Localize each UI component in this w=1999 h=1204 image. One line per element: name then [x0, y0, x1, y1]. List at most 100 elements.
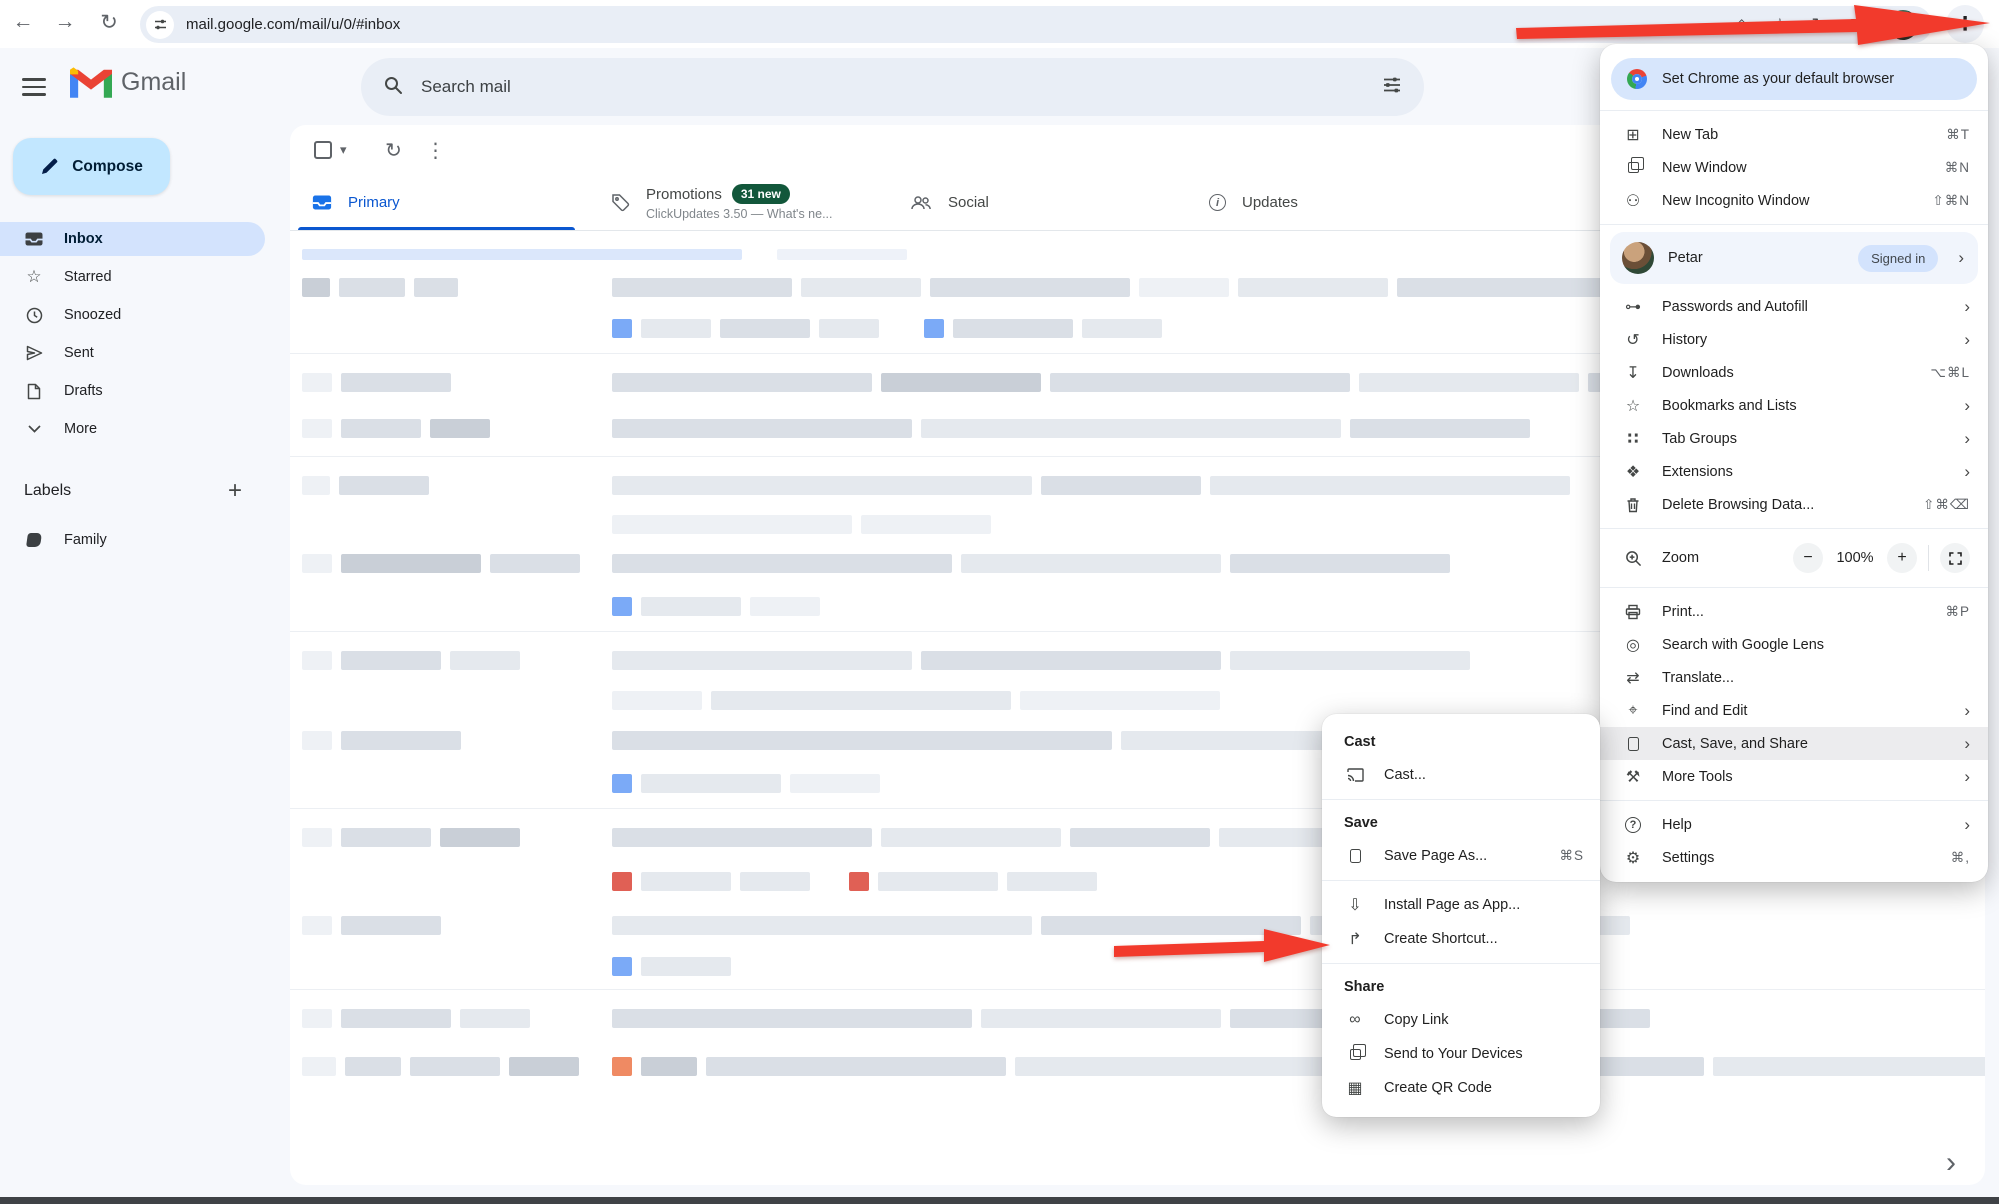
- sidebar-label: Family: [64, 532, 107, 548]
- menu-item-copy-link[interactable]: ∞ Copy Link: [1322, 1003, 1600, 1037]
- chevron-right-icon: ›: [1964, 397, 1970, 414]
- select-all-checkbox[interactable]: [314, 141, 332, 159]
- search-bar[interactable]: [361, 58, 1424, 116]
- cast-icon: [1344, 768, 1366, 782]
- chevron-right-icon: ›: [1964, 768, 1970, 785]
- menu-item-help[interactable]: ? Help ›: [1600, 808, 1988, 841]
- download-icon: ↧: [1622, 363, 1644, 383]
- tab-updates[interactable]: i Updates: [1187, 175, 1486, 230]
- url-text[interactable]: mail.google.com/mail/u/0/#inbox: [186, 16, 400, 33]
- menu-item-save-page-as[interactable]: Save Page As... ⌘S: [1322, 839, 1600, 873]
- sidebar-item-sent[interactable]: Sent: [0, 336, 265, 370]
- fullscreen-button[interactable]: [1940, 543, 1970, 573]
- menu-item-find-and-edit[interactable]: ⌖ Find and Edit ›: [1600, 694, 1988, 727]
- signed-in-badge: Signed in: [1858, 245, 1938, 272]
- menu-item-settings[interactable]: ⚙ Settings ⌘,: [1600, 841, 1988, 874]
- lens-icon: ◎: [1622, 635, 1644, 655]
- forward-icon[interactable]: →: [50, 10, 80, 34]
- menu-item-create-qr-code[interactable]: ▦ Create QR Code: [1322, 1071, 1600, 1105]
- sidebar-item-label-family[interactable]: Family: [0, 523, 265, 557]
- menu-item-more-tools[interactable]: ⚒ More Tools ›: [1600, 760, 1988, 793]
- sidebar-item-inbox[interactable]: Inbox: [0, 222, 265, 256]
- menu-item-downloads[interactable]: ↧ Downloads ⌥⌘L: [1600, 356, 1988, 389]
- menu-item-send-to-devices[interactable]: Send to Your Devices: [1322, 1037, 1600, 1071]
- menu-item-passwords[interactable]: ⊶ Passwords and Autofill ›: [1600, 290, 1988, 323]
- menu-item-create-shortcut[interactable]: ↱ Create Shortcut...: [1322, 922, 1600, 956]
- menu-item-bookmarks[interactable]: ☆ Bookmarks and Lists ›: [1600, 389, 1988, 422]
- menu-item-tab-groups[interactable]: ∷ Tab Groups ›: [1600, 422, 1988, 455]
- sidebar-label: Sent: [64, 345, 94, 361]
- search-options-icon[interactable]: [1382, 75, 1402, 100]
- install-app-icon: ⇩: [1344, 895, 1366, 915]
- translate-icon: ⇄: [1622, 668, 1644, 688]
- print-icon: [1622, 604, 1644, 620]
- refresh-icon[interactable]: ↻: [377, 138, 411, 163]
- tab-primary[interactable]: Primary: [290, 175, 589, 230]
- menu-item-set-default-browser[interactable]: Set Chrome as your default browser: [1611, 58, 1977, 100]
- devices-icon: [1344, 1049, 1366, 1060]
- promotions-new-badge: 31 new: [732, 184, 790, 204]
- chevron-right-icon: ›: [1964, 463, 1970, 480]
- sidebar-item-starred[interactable]: ☆ Starred: [0, 260, 265, 294]
- menu-item-profile[interactable]: Petar Signed in ›: [1610, 232, 1978, 284]
- menu-item-google-lens[interactable]: ◎ Search with Google Lens: [1600, 628, 1988, 661]
- draft-icon: [24, 383, 44, 400]
- menu-item-translate[interactable]: ⇄ Translate...: [1600, 661, 1988, 694]
- cast-save-share-submenu: Cast Cast... Save Save Page As... ⌘S ⇩ I…: [1322, 714, 1600, 1117]
- sidebar-item-snoozed[interactable]: Snoozed: [0, 298, 265, 332]
- create-label-button[interactable]: +: [228, 477, 242, 505]
- toolbox-icon: ⚒: [1622, 767, 1644, 787]
- tab-social[interactable]: Social: [888, 175, 1187, 230]
- sidebar-item-more[interactable]: More: [0, 412, 265, 446]
- window-bottom-edge: [0, 1197, 1999, 1204]
- avatar: [1622, 242, 1654, 274]
- menu-item-new-incognito-window[interactable]: ⚇ New Incognito Window ⇧⌘N: [1600, 184, 1988, 217]
- zoom-in-button[interactable]: +: [1887, 543, 1917, 573]
- menu-item-delete-browsing-data[interactable]: Delete Browsing Data... ⇧⌘⌫: [1600, 488, 1988, 521]
- labels-header: Labels: [24, 482, 71, 500]
- back-icon[interactable]: ←: [8, 10, 38, 34]
- promotions-subtitle: ClickUpdates 3.50 — What's ne...: [646, 207, 833, 221]
- star-icon: ☆: [1622, 396, 1644, 416]
- key-icon: ⊶: [1622, 297, 1644, 317]
- clock-icon: [24, 307, 44, 324]
- search-input[interactable]: [419, 76, 1366, 98]
- select-dropdown-icon[interactable]: ▾: [340, 142, 347, 158]
- submenu-header-share: Share: [1322, 971, 1600, 1003]
- help-icon: ?: [1622, 817, 1644, 833]
- menu-item-cast-save-share[interactable]: Cast, Save, and Share ›: [1600, 727, 1988, 760]
- compose-button[interactable]: Compose: [13, 138, 170, 195]
- gmail-m-icon: [70, 66, 112, 98]
- tab-label: Promotions: [646, 186, 722, 203]
- menu-item-print[interactable]: Print... ⌘P: [1600, 595, 1988, 628]
- table-row[interactable]: [290, 995, 1985, 1041]
- link-icon: ∞: [1344, 1011, 1366, 1029]
- main-menu-icon[interactable]: [22, 75, 46, 97]
- menu-item-new-window[interactable]: New Window ⌘N: [1600, 151, 1988, 184]
- chevron-right-icon: ›: [1964, 702, 1970, 719]
- promotions-tag-icon: [611, 193, 630, 212]
- annotation-arrow-create-shortcut: [1114, 924, 1336, 968]
- inbox-icon: [24, 232, 44, 246]
- site-settings-icon[interactable]: [146, 11, 174, 39]
- gmail-brand-text: Gmail: [121, 68, 186, 97]
- menu-item-new-tab[interactable]: ⊞ New Tab ⌘T: [1600, 118, 1988, 151]
- menu-item-install-page-as-app[interactable]: ⇩ Install Page as App...: [1322, 888, 1600, 922]
- menu-item-extensions[interactable]: ❖ Extensions ›: [1600, 455, 1988, 488]
- more-options-icon[interactable]: ⋮: [419, 138, 453, 163]
- table-row[interactable]: [290, 1041, 1985, 1091]
- menu-item-history[interactable]: ↺ History ›: [1600, 323, 1988, 356]
- sidebar-label: Starred: [64, 269, 112, 285]
- menu-item-cast[interactable]: Cast...: [1322, 758, 1600, 792]
- new-window-icon: [1622, 162, 1644, 173]
- profile-name: Petar: [1668, 250, 1703, 266]
- tab-groups-icon: ∷: [1622, 429, 1644, 449]
- gmail-sidebar: Compose Inbox ☆ Starred Snoozed Sent Dra…: [0, 125, 290, 1194]
- reload-icon[interactable]: ↻: [94, 10, 124, 35]
- page-share-icon: [1622, 737, 1644, 751]
- zoom-out-button[interactable]: −: [1793, 543, 1823, 573]
- compose-label: Compose: [72, 158, 143, 176]
- side-panel-chevron[interactable]: ›: [1946, 1146, 1956, 1180]
- tab-promotions[interactable]: Promotions 31 new ClickUpdates 3.50 — Wh…: [589, 175, 888, 230]
- sidebar-item-drafts[interactable]: Drafts: [0, 374, 265, 408]
